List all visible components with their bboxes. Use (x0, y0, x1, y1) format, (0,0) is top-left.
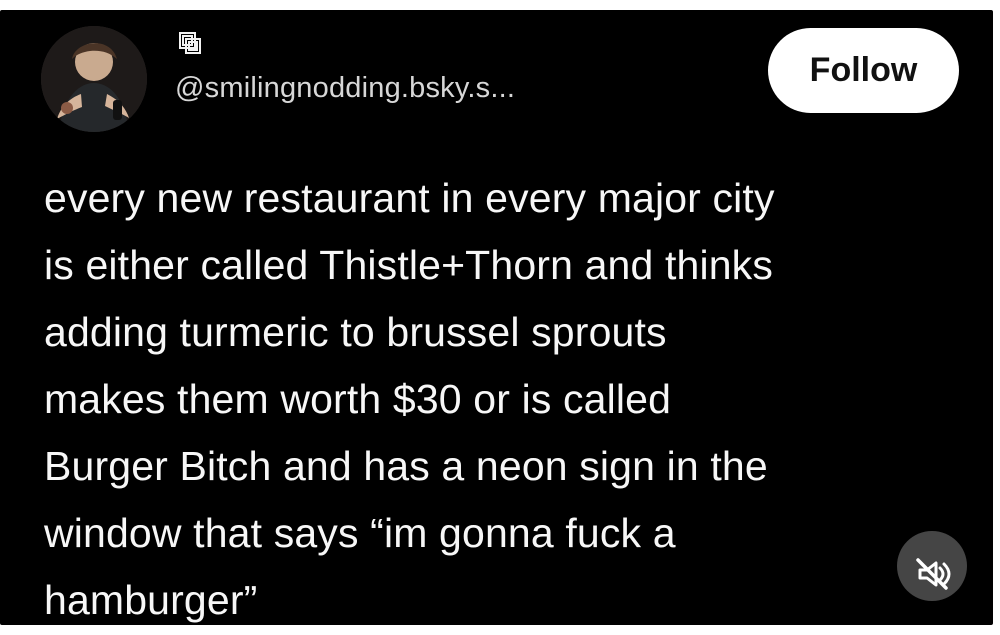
social-post-card: @smilingnodding.bsky.s... Follow every n… (0, 10, 993, 625)
speaker-muted-icon (916, 558, 951, 590)
repost-icon-svg (179, 32, 201, 54)
avatar[interactable] (41, 26, 147, 132)
follow-button[interactable]: Follow (768, 28, 959, 113)
mute-button[interactable] (897, 531, 967, 601)
author-handle[interactable]: @smilingnodding.bsky.s... (175, 72, 515, 105)
avatar-image (41, 26, 147, 132)
post-body-text: every new restaurant in every major city… (44, 175, 775, 623)
screenshot-frame: @smilingnodding.bsky.s... Follow every n… (0, 0, 1000, 635)
repost-icon (176, 28, 204, 56)
